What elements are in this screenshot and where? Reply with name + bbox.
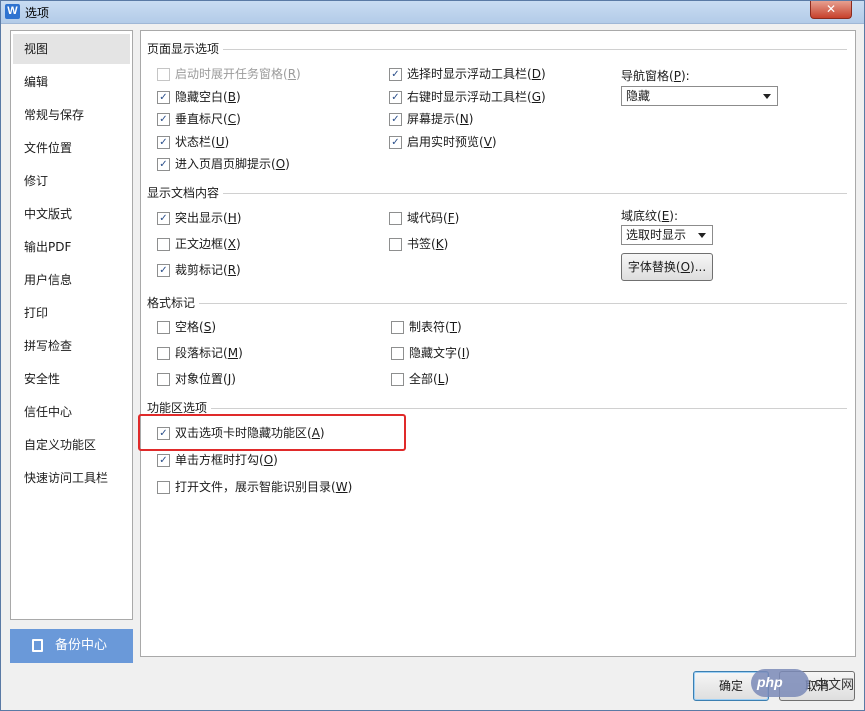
sidebar-item-general-save[interactable]: 常规与保存 [13, 100, 130, 130]
checkbox-box [391, 373, 404, 386]
group-title-doc-content: 显示文档内容 [147, 186, 224, 200]
sidebar-item-customize-ribbon[interactable]: 自定义功能区 [13, 430, 130, 460]
sidebar-item-file-locations[interactable]: 文件位置 [13, 133, 130, 163]
checkmark-icon: ✓ [389, 91, 402, 104]
checkbox-box [157, 347, 170, 360]
checkbox-box [157, 481, 170, 494]
checkmark-icon: ✓ [157, 454, 170, 467]
sidebar-item-quick-access-toolbar[interactable]: 快速访问工具栏 [13, 463, 130, 493]
group-title-format-marks: 格式标记 [147, 296, 200, 310]
checkmark-icon: ✓ [157, 113, 170, 126]
backup-center-label: 备份中心 [55, 638, 108, 653]
nav-pane-select[interactable]: 隐藏 [621, 86, 778, 106]
checkbox-box [157, 238, 170, 251]
sidebar-item-security[interactable]: 安全性 [13, 364, 130, 394]
sidebar-item-edit[interactable]: 编辑 [13, 67, 130, 97]
sidebar-item-spell-check[interactable]: 拼写检查 [13, 331, 130, 361]
checkbox-box [157, 321, 170, 334]
checkmark-icon: ✓ [157, 91, 170, 104]
field-shading-label: 域底纹(E): [621, 209, 679, 223]
checkbox-box [391, 347, 404, 360]
group-divider [147, 193, 847, 194]
group-divider [147, 303, 847, 304]
checkbox-box [389, 238, 402, 251]
group-title-ribbon: 功能区选项 [147, 401, 212, 415]
wps-writer-icon: W [5, 4, 20, 19]
sidebar-item-print[interactable]: 打印 [13, 298, 130, 328]
field-shading-select[interactable]: 选取时显示 [621, 225, 713, 245]
options-dialog: W 选项 ✕ 视图 编辑 常规与保存 文件位置 修订 中文版式 输出PDF 用户… [0, 0, 865, 711]
checkmark-icon: ✓ [389, 113, 402, 126]
dropdown-arrow-icon [763, 94, 771, 99]
font-substitution-button[interactable]: 字体替换(O)... [621, 253, 713, 281]
title-bar: W 选项 ✕ [1, 1, 864, 24]
checkmark-icon: ✓ [157, 264, 170, 277]
checkmark-icon: ✓ [157, 136, 170, 149]
nav-pane-label: 导航窗格(P): [621, 69, 690, 83]
checkbox-box [157, 68, 170, 81]
sidebar-item-view[interactable]: 视图 [13, 34, 130, 64]
checkmark-icon: ✓ [389, 136, 402, 149]
checkbox-box [391, 321, 404, 334]
sidebar-item-trust-center[interactable]: 信任中心 [13, 397, 130, 427]
group-title-page-display: 页面显示选项 [147, 42, 224, 56]
checkbox-box [157, 373, 170, 386]
backup-center-button[interactable]: 备份中心 [10, 629, 133, 663]
cancel-button[interactable]: 取消 [779, 671, 855, 701]
dialog-title: 选项 [25, 6, 50, 20]
group-divider [147, 49, 847, 50]
checkbox-box [389, 212, 402, 225]
sidebar-item-export-pdf[interactable]: 输出PDF [13, 232, 130, 262]
ok-button[interactable]: 确定 [693, 671, 769, 701]
checkmark-icon: ✓ [157, 158, 170, 171]
checkmark-icon: ✓ [157, 212, 170, 225]
group-divider [147, 408, 847, 409]
sidebar-item-chinese-layout[interactable]: 中文版式 [13, 199, 130, 229]
sidebar-item-revisions[interactable]: 修订 [13, 166, 130, 196]
category-sidebar: 视图 编辑 常规与保存 文件位置 修订 中文版式 输出PDF 用户信息 打印 拼… [10, 30, 133, 620]
view-options-panel: 页面显示选项 启动时展开任务窗格(R) ✓ 隐藏空白(B) ✓ 垂直标尺(C) … [140, 30, 856, 657]
checkmark-icon: ✓ [389, 68, 402, 81]
sidebar-item-user-info[interactable]: 用户信息 [13, 265, 130, 295]
close-icon: ✕ [825, 2, 837, 16]
dropdown-arrow-icon [698, 233, 706, 238]
close-button[interactable]: ✕ [810, 1, 852, 19]
checkmark-icon: ✓ [157, 427, 170, 440]
backup-icon [32, 639, 43, 652]
